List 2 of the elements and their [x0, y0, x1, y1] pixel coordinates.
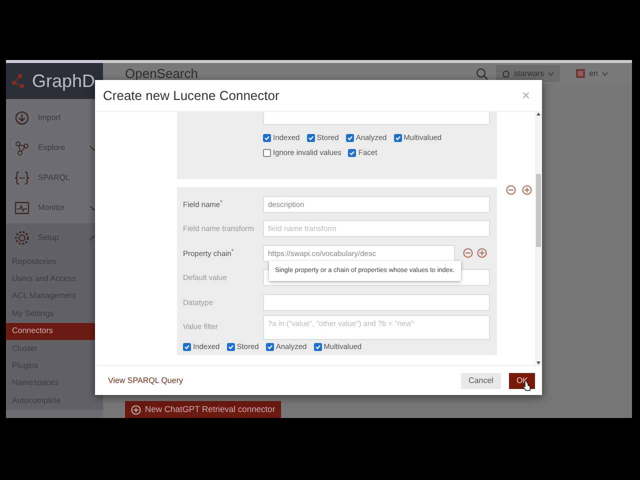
page-title: OpenSearch — [125, 64, 199, 83]
modal-title: Create new Lucene Connector — [103, 86, 280, 105]
